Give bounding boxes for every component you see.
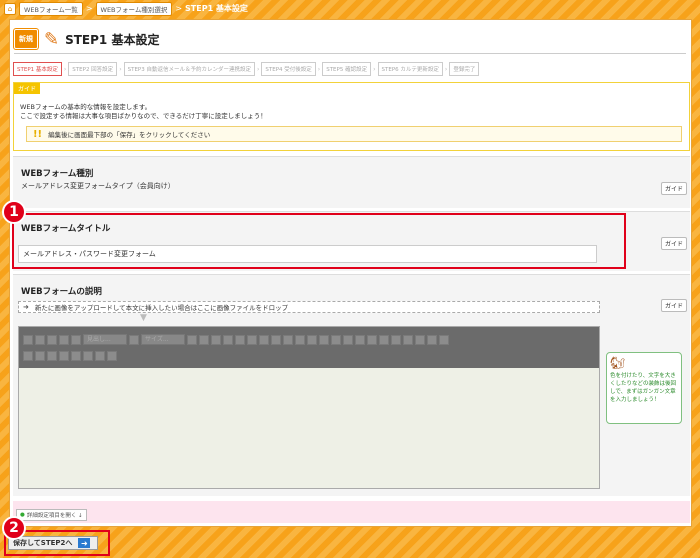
unlink-icon[interactable] <box>319 334 329 345</box>
bullet-list-icon[interactable] <box>247 334 257 345</box>
rich-text-editor[interactable]: 見出し... サイズ... <box>18 326 600 489</box>
page-title: STEP1 基本設定 <box>65 32 160 47</box>
step-5[interactable]: STEP5 確認設定 <box>322 62 372 76</box>
annotation-marker-2: 2 <box>2 516 26 540</box>
guide-text-2: ここで設定する情報は大事な項目ばかりなので、できるだけ丁寧に設定しましょう！ <box>20 112 267 120</box>
fullscreen-icon[interactable] <box>427 334 437 345</box>
special-char-icon[interactable] <box>415 334 425 345</box>
title-divider <box>14 53 686 54</box>
template-icon[interactable] <box>95 351 105 361</box>
editor-toolbar: 見出し... サイズ... <box>19 327 599 368</box>
copy-icon[interactable] <box>211 334 221 345</box>
format-icon[interactable] <box>23 334 33 345</box>
down-arrow-icon: ▼ <box>140 313 147 323</box>
youtube-icon[interactable] <box>23 351 33 361</box>
image-dropzone[interactable]: ➜ 新たに画像をアップロードして本文に挿入したい場合はここに画像ファイルをドロッ… <box>18 301 600 313</box>
title-row: 新規 ✎ STEP1 基本設定 <box>14 26 159 52</box>
table-icon[interactable] <box>391 334 401 345</box>
upload-arrow-icon: ➜ <box>23 303 29 311</box>
guide-note-text: 編集後に画面最下部の「保存」をクリックしてください <box>48 131 211 139</box>
help-icon[interactable] <box>107 351 117 361</box>
guide-note: !! 編集後に画面最下部の「保存」をクリックしてください <box>26 126 682 142</box>
new-badge: 新規 <box>14 29 38 49</box>
numbered-list-icon[interactable] <box>259 334 269 345</box>
preview-icon[interactable] <box>71 351 81 361</box>
edit-icon[interactable] <box>331 334 341 345</box>
redo-icon[interactable] <box>59 351 69 361</box>
breadcrumb-separator: > <box>85 4 93 13</box>
dropzone-text: 新たに画像をアップロードして本文に挿入したい場合はここに画像ファイルをドロップ <box>34 304 289 312</box>
annotation-marker-1: 1 <box>2 200 26 224</box>
step-navigation: STEP1 基本設定 › STEP2 回答設定 › STEP3 自動返信メール＆… <box>13 62 480 76</box>
breadcrumb-item-form-type[interactable]: WEBフォーム種別選択 <box>95 1 173 16</box>
link-icon[interactable] <box>307 334 317 345</box>
breadcrumb-current: STEP1 基本設定 <box>185 4 248 13</box>
document-icon[interactable] <box>199 334 209 345</box>
step-complete[interactable]: 登録完了 <box>449 62 480 76</box>
exclamation-icon: !! <box>33 128 43 140</box>
guide-box: ガイド WEBフォームの基本的な情報を設定します。 ここで設定する情報は大事な項… <box>13 82 690 151</box>
form-type-title: WEBフォーム種別 <box>21 169 94 179</box>
map-pin-icon[interactable] <box>439 334 449 345</box>
toolbar-row-1: 見出し... サイズ... <box>23 334 449 345</box>
home-icon[interactable]: ⌂ <box>4 2 16 15</box>
size-select[interactable]: サイズ... <box>141 334 185 345</box>
step-6[interactable]: STEP6 カルテ更新設定 <box>377 62 443 76</box>
squirrel-icon: 🐿 <box>610 356 626 370</box>
step-separator-icon: › <box>257 65 260 73</box>
undo-icon[interactable] <box>47 351 57 361</box>
heading-select[interactable]: 見出し... <box>83 334 127 345</box>
step-separator-icon: › <box>444 65 448 73</box>
breadcrumb: ⌂ WEBフォーム一覧 > WEBフォーム種別選択 > STEP1 基本設定 <box>0 0 700 17</box>
horizontal-rule-icon[interactable] <box>403 334 413 345</box>
step-4[interactable]: STEP4 受付後設定 <box>261 62 316 76</box>
mascot-text: 色を付けたり、文字を大きくしたりなどの装飾は後回しで、まずはガンガン文章を入力し… <box>610 373 677 403</box>
indent-icon[interactable] <box>283 334 293 345</box>
bold-icon[interactable] <box>35 334 45 345</box>
form-title-guide-button[interactable]: ガイド <box>660 237 687 250</box>
source-icon[interactable] <box>83 351 93 361</box>
chart-icon[interactable] <box>71 334 81 345</box>
description-guide-button[interactable]: ガイド <box>660 299 687 312</box>
toolbar-row-2 <box>23 351 117 361</box>
align-right-icon[interactable] <box>367 334 377 345</box>
breadcrumb-item-form-list[interactable]: WEBフォーム一覧 <box>19 1 83 16</box>
upload-icon[interactable] <box>35 351 45 361</box>
mascot-tip: 🐿 色を付けたり、文字を大きくしたりなどの装飾は後回しで、まずはガンガン文章を入… <box>606 352 682 424</box>
step-separator-icon: › <box>63 65 67 73</box>
image-icon[interactable] <box>59 334 69 345</box>
main-panel: 新規 ✎ STEP1 基本設定 STEP1 基本設定 › STEP2 回答設定 … <box>9 19 692 527</box>
chevron-down-icon[interactable] <box>129 334 139 345</box>
paste-word-icon[interactable] <box>235 334 245 345</box>
detail-settings-label: 詳細設定項目を開く ↓ <box>26 513 83 519</box>
pencil-icon: ✎ <box>44 28 60 50</box>
step-separator-icon: › <box>119 65 122 73</box>
form-type-guide-button[interactable]: ガイド <box>660 182 687 195</box>
step-separator-icon: › <box>373 65 376 73</box>
brush-icon[interactable] <box>47 334 57 345</box>
annotation-box-1 <box>12 213 626 269</box>
step-separator-icon: › <box>317 65 321 73</box>
open-detail-settings-button[interactable]: ● 詳細設定項目を開く ↓ <box>16 509 87 521</box>
guide-tag: ガイド <box>14 83 41 94</box>
align-center-icon[interactable] <box>355 334 365 345</box>
step-2[interactable]: STEP2 回答設定 <box>68 62 118 76</box>
chevron-down-icon[interactable] <box>187 334 197 345</box>
step-3[interactable]: STEP3 自動返信メール＆予約カレンダー連携設定 <box>123 62 255 76</box>
description-title: WEBフォームの説明 <box>21 287 102 297</box>
align-justify-icon[interactable] <box>379 334 389 345</box>
step-1[interactable]: STEP1 基本設定 <box>13 62 62 76</box>
form-type-value: メールアドレス変更フォームタイプ（会員向け） <box>21 182 175 190</box>
breadcrumb-separator: > <box>175 4 183 13</box>
align-left-icon[interactable] <box>343 334 353 345</box>
paste-icon[interactable] <box>223 334 233 345</box>
quote-icon[interactable] <box>295 334 305 345</box>
detail-settings-bar <box>13 501 690 523</box>
outdent-icon[interactable] <box>271 334 281 345</box>
